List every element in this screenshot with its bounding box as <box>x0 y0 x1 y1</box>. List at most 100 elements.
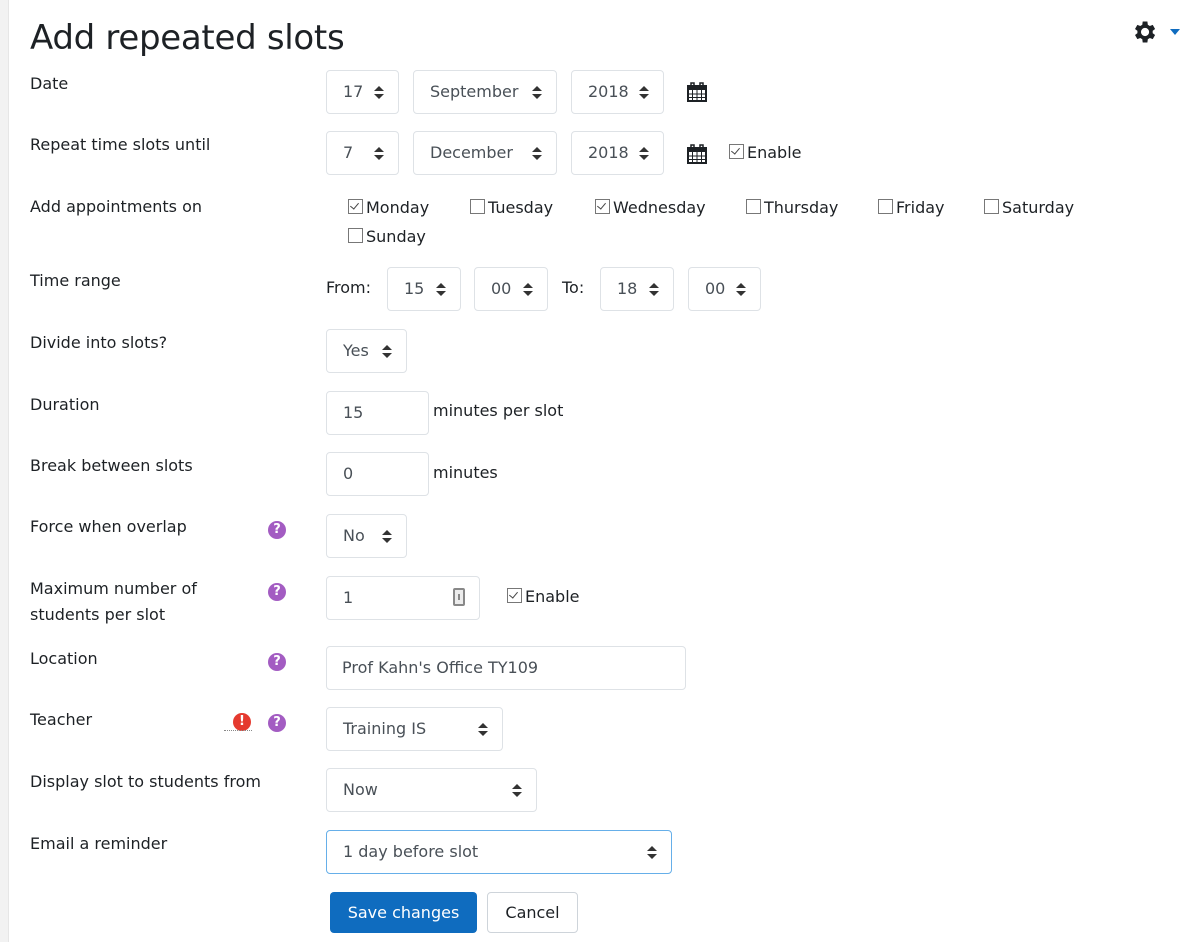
day-checkbox-monday[interactable]: Monday <box>348 197 429 219</box>
from-label: From: <box>326 278 372 297</box>
checkbox-icon <box>348 228 363 243</box>
to-label: To: <box>562 278 585 297</box>
to-hour-select[interactable]: 18 <box>600 267 674 311</box>
day-label: Friday <box>896 198 945 217</box>
select-arrows-icon <box>512 784 522 797</box>
force-overlap-select[interactable]: No <box>326 514 407 558</box>
help-icon[interactable]: ? <box>268 583 286 601</box>
checkbox-checked-icon <box>507 588 522 603</box>
select-arrows-icon <box>532 86 542 99</box>
teacher-select[interactable]: Training IS <box>326 707 503 751</box>
date-label: Date <box>30 74 69 93</box>
email-reminder-value: 1 day before slot <box>343 842 479 861</box>
force-overlap-label: Force when overlap <box>30 517 187 536</box>
duration-suffix: minutes per slot <box>433 401 564 420</box>
display-from-label: Display slot to students from <box>30 772 261 791</box>
teacher-value: Training IS <box>343 719 427 738</box>
email-reminder-label: Email a reminder <box>30 834 168 853</box>
day-label: Sunday <box>366 227 426 246</box>
checkbox-checked-icon <box>595 199 610 214</box>
break-input[interactable]: 0 <box>326 452 429 496</box>
save-changes-button[interactable]: Save changes <box>330 892 477 933</box>
date-year-select[interactable]: 2018 <box>571 70 664 114</box>
duration-input[interactable]: 15 <box>326 391 429 435</box>
max-students-input[interactable]: 1 <box>326 576 480 620</box>
repeat-day-select[interactable]: 7 <box>326 131 399 175</box>
day-checkbox-wednesday[interactable]: Wednesday <box>595 197 706 219</box>
max-students-enable-label: Enable <box>525 587 580 606</box>
time-range-label: Time range <box>30 271 121 290</box>
select-arrows-icon <box>478 723 488 736</box>
divide-slots-label: Divide into slots? <box>30 333 168 352</box>
select-arrows-icon <box>382 530 392 543</box>
day-label: Thursday <box>764 198 839 217</box>
select-arrows-icon <box>649 283 659 296</box>
max-students-label-line1: Maximum number of <box>30 579 197 598</box>
repeat-year-select[interactable]: 2018 <box>571 131 664 175</box>
max-students-label: Maximum number of students per slot <box>30 576 197 628</box>
max-students-label-line2: students per slot <box>30 605 166 624</box>
select-arrows-icon <box>647 846 657 859</box>
day-checkbox-sunday[interactable]: Sunday <box>348 226 426 248</box>
day-label: Tuesday <box>488 198 554 217</box>
checkbox-checked-icon <box>348 199 363 214</box>
select-arrows-icon <box>523 283 533 296</box>
day-label: Saturday <box>1002 198 1075 217</box>
caret-down-icon[interactable] <box>1170 29 1180 35</box>
add-appointments-label: Add appointments on <box>30 197 203 216</box>
help-icon[interactable]: ? <box>268 653 286 671</box>
checkbox-icon <box>984 199 999 214</box>
calendar-icon[interactable] <box>687 82 707 102</box>
checkbox-checked-icon <box>729 144 744 159</box>
date-year-value: 2018 <box>588 82 629 101</box>
repeat-enable-label: Enable <box>747 143 802 162</box>
to-minute-select[interactable]: 00 <box>688 267 761 311</box>
break-value: 0 <box>343 464 354 483</box>
help-icon[interactable]: ? <box>268 714 286 732</box>
max-students-value: 1 <box>343 588 354 607</box>
checkbox-icon <box>470 199 485 214</box>
break-suffix: minutes <box>433 463 498 482</box>
select-arrows-icon <box>436 283 446 296</box>
day-checkbox-friday[interactable]: Friday <box>878 197 945 219</box>
day-checkbox-saturday[interactable]: Saturday <box>984 197 1074 219</box>
day-label: Monday <box>366 198 430 217</box>
duration-value: 15 <box>343 403 364 422</box>
divide-slots-select[interactable]: Yes <box>326 329 407 373</box>
day-checkbox-thursday[interactable]: Thursday <box>746 197 838 219</box>
date-month-value: September <box>430 82 519 101</box>
from-hour-select[interactable]: 15 <box>387 267 461 311</box>
select-arrows-icon <box>374 86 384 99</box>
to-minute-value: 00 <box>705 279 726 298</box>
gear-icon[interactable] <box>1130 18 1158 46</box>
email-reminder-select[interactable]: 1 day before slot <box>326 830 672 874</box>
from-minute-value: 00 <box>491 279 512 298</box>
from-minute-select[interactable]: 00 <box>474 267 548 311</box>
date-month-select[interactable]: September <box>413 70 557 114</box>
date-day-select[interactable]: 17 <box>326 70 399 114</box>
repeat-enable-checkbox[interactable]: Enable <box>729 142 802 164</box>
required-icon: ! <box>233 713 251 731</box>
divide-slots-value: Yes <box>343 341 369 360</box>
duration-label: Duration <box>30 395 100 414</box>
repeat-month-select[interactable]: December <box>413 131 557 175</box>
max-students-enable-checkbox[interactable]: Enable <box>507 586 580 608</box>
repeat-day-value: 7 <box>343 143 354 162</box>
select-arrows-icon <box>639 147 649 160</box>
day-checkbox-tuesday[interactable]: Tuesday <box>470 197 553 219</box>
date-day-value: 17 <box>343 82 364 101</box>
teacher-label: Teacher <box>30 710 93 729</box>
checkbox-icon <box>878 199 893 214</box>
display-from-select[interactable]: Now <box>326 768 537 812</box>
location-input[interactable]: Prof Kahn's Office TY109 <box>326 646 686 690</box>
location-value: Prof Kahn's Office TY109 <box>342 658 539 677</box>
cancel-button[interactable]: Cancel <box>487 892 578 933</box>
select-arrows-icon <box>382 345 392 358</box>
number-spinner-icon[interactable] <box>453 588 465 606</box>
calendar-icon[interactable] <box>687 144 707 164</box>
select-arrows-icon <box>639 86 649 99</box>
to-hour-value: 18 <box>617 279 638 298</box>
select-arrows-icon <box>736 283 746 296</box>
help-icon[interactable]: ? <box>268 521 286 539</box>
page-title: Add repeated slots <box>30 18 345 58</box>
